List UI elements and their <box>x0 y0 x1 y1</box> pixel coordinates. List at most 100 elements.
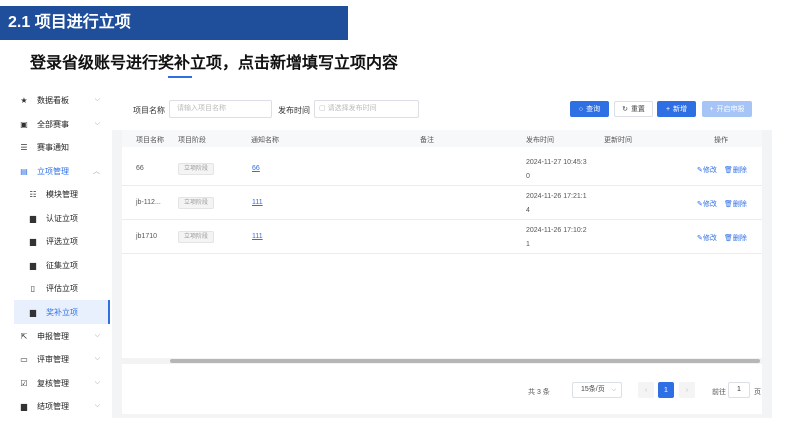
publish-time-cell: 2024-11-26 17:21:1 4 <box>526 193 587 214</box>
file-icon: ▆ <box>29 236 37 246</box>
list-icon: ☷ <box>29 189 37 199</box>
accent-line <box>168 76 192 78</box>
monitor-icon: ▭ <box>20 354 28 364</box>
sidebar-item-collection-project[interactable]: ▆ 征集立项 <box>14 253 110 277</box>
column-header: 项目名称 <box>136 137 164 144</box>
external-link-icon: ⇱ <box>20 331 28 341</box>
sidebar-item-label: 全部赛事 <box>37 119 69 129</box>
plus-icon: + <box>665 105 671 113</box>
trash-icon: 🗑 <box>724 235 733 242</box>
prev-page-button[interactable]: ‹ <box>638 382 654 398</box>
filter-bar: 项目名称 请输入项目名称 发布时间 ▢ 请选择发布时间 ○ 查询 ↻ 重置 + … <box>112 88 772 130</box>
slide-subtitle: 登录省级账号进行奖补立项，点击新增填写立项内容 <box>30 55 399 72</box>
sidebar-item-label: 征集立项 <box>46 260 78 270</box>
page-size-value: 15条/页 <box>581 386 605 393</box>
goto-prefix: 前往 <box>712 389 726 396</box>
table-row: jb-112... 立项阶段 111 2024-11-26 17:21:1 4 ✎… <box>122 186 762 220</box>
star-icon: ★ <box>20 95 28 105</box>
sidebar-item-module-management[interactable]: ☷ 模块管理 <box>14 182 110 206</box>
publish-time-cell: 2024-11-26 17:10:2 1 <box>526 227 587 248</box>
reset-button[interactable]: ↻ 重置 <box>614 101 653 117</box>
section-title: 2.1 项目进行立项 <box>0 6 348 40</box>
project-name-cell: jb1710 <box>136 233 158 240</box>
sidebar-item-selection-project[interactable]: ▆ 评选立项 <box>14 229 110 253</box>
table-row: jb1710 立项阶段 111 2024-11-26 17:10:2 1 ✎修改 … <box>122 220 762 254</box>
chevron-down-icon: ⌵ <box>94 120 100 127</box>
list-icon: ☰ <box>20 142 28 152</box>
sidebar-item-evaluation-project[interactable]: ▯ 评估立项 <box>14 276 110 300</box>
sidebar-item-data-board[interactable]: ★ 数据看板 ⌵ <box>14 88 110 112</box>
reset-button-label: 重置 <box>630 106 645 113</box>
stage-tag: 立项阶段 <box>178 197 215 209</box>
refresh-icon: ↻ <box>622 106 628 113</box>
sidebar-item-all-events[interactable]: ▣ 全部赛事 ⌵ <box>14 112 110 136</box>
stage-tag: 立项阶段 <box>178 231 215 243</box>
publish-time-cell: 2024-11-27 10:45:3 0 <box>526 159 587 180</box>
sidebar: ★ 数据看板 ⌵ ▣ 全部赛事 ⌵ ☰ 赛事通知 ▤ 立项管理 ︿ ☷ 模块管理… <box>14 88 110 423</box>
document-outline-icon: ▯ <box>30 283 36 293</box>
project-name-cell: 66 <box>136 165 144 172</box>
add-button[interactable]: + 新增 <box>657 101 696 117</box>
stage-tag: 立项阶段 <box>178 163 215 175</box>
sidebar-item-project-management[interactable]: ▤ 立项管理 ︿ <box>14 159 110 183</box>
sidebar-item-subsidy-project[interactable]: ▆ 奖补立项 <box>14 300 110 324</box>
sidebar-item-label: 赛事通知 <box>37 142 69 152</box>
sidebar-item-closing-management[interactable]: ▆ 结项管理 ⌵ <box>14 394 110 418</box>
sidebar-item-label: 模块管理 <box>46 189 78 199</box>
sidebar-item-label: 申报管理 <box>37 331 69 341</box>
column-header: 操作 <box>714 137 728 144</box>
document-icon: ▆ <box>20 401 28 411</box>
chevron-down-icon: ⌵ <box>94 355 100 362</box>
edit-button[interactable]: ✎修改 <box>697 165 717 175</box>
column-header: 更新时间 <box>604 137 632 144</box>
notice-link[interactable]: 111 <box>252 233 263 240</box>
checkbox-icon: ☑ <box>20 378 28 388</box>
scrollbar-thumb[interactable] <box>170 359 760 363</box>
table-row: 66 立项阶段 66 2024-11-27 10:45:3 0 ✎修改 🗑删除 <box>122 152 762 186</box>
next-page-button[interactable]: › <box>679 382 695 398</box>
sidebar-item-label: 结项管理 <box>37 401 69 411</box>
project-table: 项目名称 项目阶段 通知名称 备注 发布时间 更新时间 操作 66 立项阶段 6… <box>122 130 762 414</box>
file-icon: ▆ <box>29 307 37 317</box>
sidebar-item-event-notice[interactable]: ☰ 赛事通知 <box>14 135 110 159</box>
search-icon: ○ <box>578 105 584 113</box>
edit-button[interactable]: ✎修改 <box>697 233 717 243</box>
chevron-down-icon: ⌵ <box>94 332 100 339</box>
project-name-label: 项目名称 <box>133 106 165 115</box>
chevron-down-icon: ⌵ <box>94 96 100 103</box>
chevron-down-icon: ⌵ <box>94 402 100 409</box>
edit-button[interactable]: ✎修改 <box>697 199 717 209</box>
sidebar-item-label: 评选立项 <box>46 236 78 246</box>
search-button-label: 查询 <box>586 106 601 113</box>
publish-time-placeholder: 请选择发布时间 <box>327 105 377 112</box>
trash-icon: 🗑 <box>724 201 733 208</box>
sidebar-item-certification-project[interactable]: ▆ 认证立项 <box>14 206 110 230</box>
publish-time-picker[interactable]: ▢ 请选择发布时间 <box>314 100 419 118</box>
project-name-input[interactable]: 请输入项目名称 <box>169 100 272 118</box>
notice-link[interactable]: 111 <box>252 199 263 206</box>
calendar-icon: ▢ <box>319 105 326 112</box>
horizontal-scrollbar[interactable] <box>122 358 762 364</box>
pagination: 共 3 条 15条/页 ⌵ ‹ 1 › 前往 1 页 <box>122 366 762 414</box>
column-header: 项目阶段 <box>178 137 206 144</box>
sidebar-item-review-management[interactable]: ▭ 评审管理 ⌵ <box>14 347 110 371</box>
search-button[interactable]: ○ 查询 <box>570 101 609 117</box>
sidebar-item-label: 评审管理 <box>37 354 69 364</box>
page-1-button[interactable]: 1 <box>658 382 674 398</box>
chevron-down-icon: ⌵ <box>94 379 100 386</box>
project-name-cell: jb-112... <box>136 199 161 206</box>
notice-link[interactable]: 66 <box>252 165 260 172</box>
calendar-icon: ▣ <box>20 119 28 129</box>
chevron-down-icon: ⌵ <box>611 387 616 393</box>
delete-button[interactable]: 🗑删除 <box>724 233 747 243</box>
sidebar-item-recheck-management[interactable]: ☑ 复核管理 ⌵ <box>14 371 110 395</box>
delete-button[interactable]: 🗑删除 <box>724 165 747 175</box>
goto-page-input[interactable]: 1 <box>728 382 750 398</box>
total-count: 共 3 条 <box>528 389 550 396</box>
start-application-button[interactable]: + 开启申报 <box>702 101 752 117</box>
column-header: 备注 <box>420 137 434 144</box>
delete-button[interactable]: 🗑删除 <box>724 199 747 209</box>
sidebar-item-application-management[interactable]: ⇱ 申报管理 ⌵ <box>14 324 110 348</box>
page-size-select[interactable]: 15条/页 ⌵ <box>572 382 622 398</box>
sidebar-item-label: 复核管理 <box>37 378 69 388</box>
